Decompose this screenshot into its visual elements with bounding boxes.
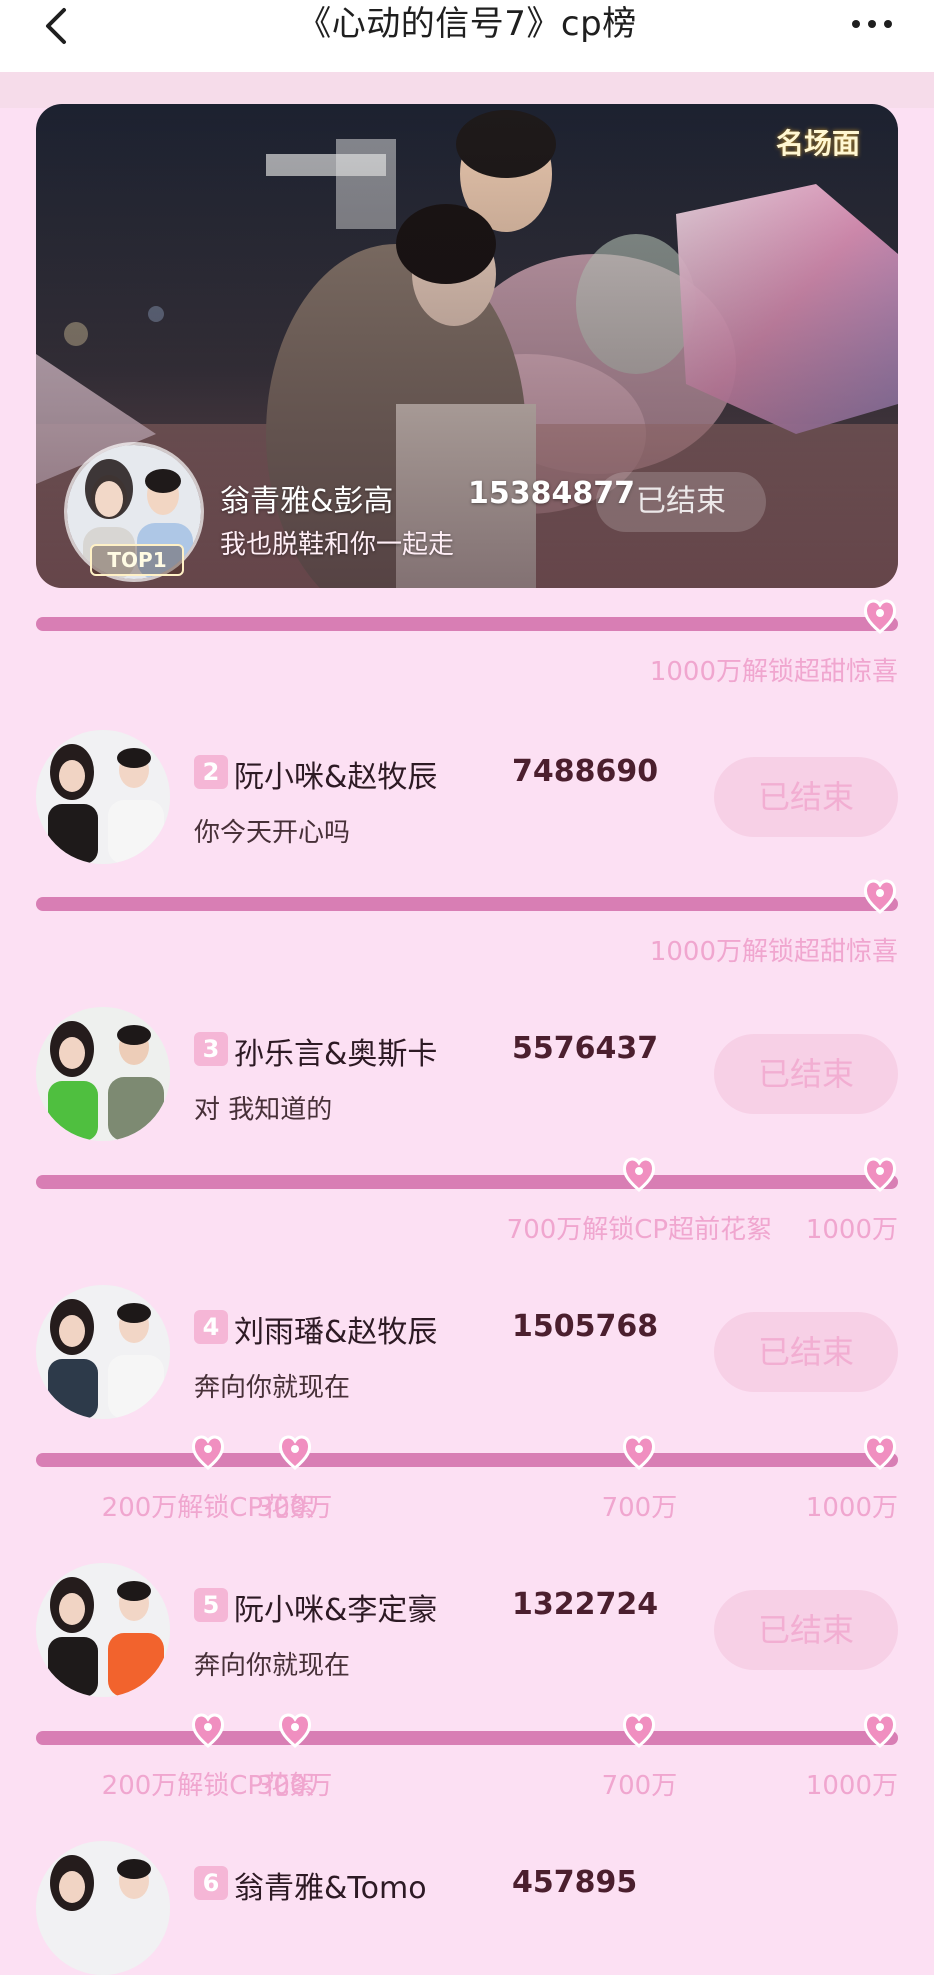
couple-photo (36, 1285, 170, 1419)
ended-button[interactable]: 已结束 (714, 757, 898, 837)
couple-quote: 你今天开心吗 (194, 818, 351, 848)
header-divider-band (0, 72, 934, 108)
milestone-label: 1000万解锁超甜惊喜 (649, 937, 898, 967)
ended-button[interactable]: 已结束 (714, 1034, 898, 1114)
milestone-label: 700万 (601, 1771, 678, 1801)
couple-quote: 对 我知道的 (194, 1095, 333, 1125)
top1-hero-card[interactable]: 名场面 TOP1 翁青雅&彭高 15384877 我也脱鞋和你一起走 已结束 (36, 104, 898, 588)
top1-progress-track (36, 617, 898, 631)
rank-badge: 5 (194, 1588, 228, 1622)
couple-name: 刘雨璠&赵牧辰 (234, 1315, 438, 1350)
milestone-heart-icon (278, 1711, 312, 1749)
couple-photo (36, 1841, 170, 1975)
milestone-heart-icon (622, 1433, 656, 1471)
rank5-couple-avatar (36, 1563, 170, 1697)
milestone-heart-icon (863, 1433, 897, 1471)
milestone-label: 1000万 (805, 1493, 898, 1523)
ended-button[interactable]: 已结束 (714, 1312, 898, 1392)
highlight-scene-badge: 名场面 (775, 127, 860, 160)
milestone-label: 1000万 (805, 1215, 898, 1245)
top1-ended-button[interactable]: 已结束 (596, 472, 766, 532)
rank3-couple-avatar (36, 1007, 170, 1141)
milestone-label: 300万 (256, 1493, 333, 1523)
couple-name: 阮小咪&赵牧辰 (234, 760, 438, 795)
couple-photo (36, 730, 170, 864)
couple-quote: 奔向你就现在 (194, 1651, 351, 1681)
milestone-label: 700万 (601, 1493, 678, 1523)
rank-badge: 3 (194, 1032, 228, 1066)
rank4-progress-track (36, 1453, 898, 1467)
rank-badge: 4 (194, 1310, 228, 1344)
rank6-couple-avatar (36, 1841, 170, 1975)
rank-badge: 6 (194, 1866, 228, 1900)
vote-count: 7488690 (512, 754, 659, 789)
rank4-couple-avatar (36, 1285, 170, 1419)
rank3-progress-track (36, 1175, 898, 1189)
couple-name: 翁青雅&Tomo (234, 1871, 427, 1906)
vote-count: 1322724 (512, 1587, 659, 1622)
milestone-label: 1000万 (805, 1771, 898, 1801)
milestone-heart-icon (863, 597, 897, 635)
milestone-heart-icon (863, 1155, 897, 1193)
top1-couple-name: 翁青雅&彭高 (220, 484, 394, 519)
milestone-label: 700万解锁CP超前花絮 (506, 1215, 773, 1245)
vote-count: 1505768 (512, 1309, 659, 1344)
couple-name: 阮小咪&李定豪 (234, 1593, 438, 1628)
couple-quote: 奔向你就现在 (194, 1373, 351, 1403)
top-nav-bar: 《心动的信号7》cp榜 (0, 0, 934, 72)
vote-count: 457895 (512, 1865, 638, 1900)
rank2-progress-track (36, 897, 898, 911)
rank-badge: 2 (194, 755, 228, 789)
page-title: 《心动的信号7》cp榜 (297, 4, 637, 44)
milestone-heart-icon (863, 1711, 897, 1749)
couple-photo (36, 1007, 170, 1141)
couple-photo (36, 1563, 170, 1697)
top1-quote: 我也脱鞋和你一起走 (220, 530, 455, 560)
milestone-heart-icon (191, 1711, 225, 1749)
milestone-heart-icon (863, 877, 897, 915)
top1-label: TOP1 (90, 544, 184, 576)
milestone-heart-icon (278, 1433, 312, 1471)
rank2-couple-avatar (36, 730, 170, 864)
milestone-heart-icon (622, 1155, 656, 1193)
ended-button[interactable]: 已结束 (714, 1590, 898, 1670)
couple-name: 孙乐言&奥斯卡 (234, 1037, 438, 1072)
milestone-label: 300万 (256, 1771, 333, 1801)
rank5-progress-track (36, 1731, 898, 1745)
milestone-heart-icon (191, 1433, 225, 1471)
milestone-label: 1000万解锁超甜惊喜 (649, 657, 898, 687)
more-dots-icon[interactable] (848, 10, 896, 38)
milestone-heart-icon (622, 1711, 656, 1749)
vote-count: 5576437 (512, 1031, 659, 1066)
